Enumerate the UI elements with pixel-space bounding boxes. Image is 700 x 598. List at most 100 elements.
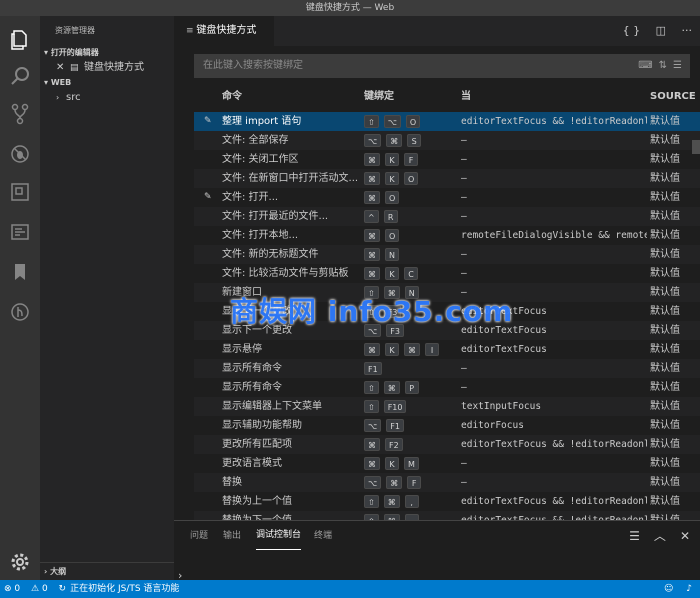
open-editors-section[interactable]: ▾ 打开的编辑器 (40, 46, 174, 60)
row-when: — (461, 192, 467, 203)
keybinding-row[interactable]: 显示所有命令 F1 — 默认值 (194, 359, 700, 378)
extensions-icon[interactable] (8, 180, 32, 204)
maximize-panel-icon[interactable]: ︿ (654, 529, 666, 543)
panel-tab-problems[interactable]: 问题 (190, 521, 208, 551)
tab-keyboard-shortcuts[interactable]: ≡ 键盘快捷方式 (174, 16, 274, 46)
edit-pencil-icon[interactable]: ✎ (204, 112, 212, 131)
clear-console-icon[interactable]: ☰ (629, 529, 640, 543)
record-keys-icon[interactable]: ⌨ (638, 60, 652, 71)
key-cap: K (385, 342, 399, 356)
row-when: textInputFocus (461, 401, 542, 412)
keybinding-row[interactable]: 显示编辑器上下文菜单 ⇧ F10 textInputFocus 默认值 (194, 397, 700, 416)
keybinding-row[interactable]: 替换为上一个值 ⇧ ⌘, editorTextFocus && !editorRead… (194, 492, 700, 511)
keybinding-row[interactable]: 文件: 在新窗口中打开活动文... ⌘ K O — 默认值 (194, 169, 700, 188)
close-icon[interactable]: ✕ (56, 60, 64, 76)
keybinding-row[interactable]: 替换为下一个值 ⇧⌘. editorTextFocus && !editorRead… (194, 511, 700, 520)
workspace-section[interactable]: ▾ WEB (40, 76, 174, 90)
keybinding-row[interactable]: 显示辅助功能帮助 ⌥ F1 editorFocus 默认值 (194, 416, 700, 435)
header-keybinding[interactable]: 键绑定 (364, 86, 394, 108)
key-cap: F (407, 475, 422, 489)
row-keybinding: ⌘ N (364, 245, 404, 264)
keybinding-row[interactable]: 显示所有命令 ⇧ ⌘ P — 默认值 (194, 378, 700, 397)
keybinding-row[interactable]: 文件: 打开最近的文件... ^ R — 默认值 (194, 207, 700, 226)
keybinding-row[interactable]: 文件: 关闭工作区 ⌘ K F — 默认值 (194, 150, 700, 169)
chevron-right-icon: › (56, 93, 60, 102)
explorer-icon[interactable] (8, 28, 32, 52)
source-control-icon[interactable] (8, 102, 32, 126)
row-keybinding: ⌘ K O (364, 169, 423, 188)
tab-bar: ≡ 键盘快捷方式 { } ◫ ··· (174, 16, 700, 46)
workspace-label: WEB (50, 78, 72, 87)
keybinding-row[interactable]: 更改语言模式 ⌘ K M — 默认值 (194, 454, 700, 473)
row-command: 更改所有匹配项 (222, 439, 292, 450)
row-source: 默认值 (650, 287, 680, 298)
keybinding-row[interactable]: 文件: 新的无标题文件 ⌘ N — 默认值 (194, 245, 700, 264)
clear-search-icon[interactable]: ☰ (673, 60, 682, 71)
keybindings-table: ✎ 整理 import 语句 ⇧ ⌥ OeditorTextFocus && !edit… (194, 112, 700, 520)
keybinding-row[interactable]: ✎ 整理 import 语句 ⇧ ⌥ OeditorTextFocus && !edit… (194, 112, 700, 132)
keybinding-row[interactable]: 新建窗口 ⇧ ⌘ N — 默认值 (194, 283, 700, 302)
errors-count[interactable]: ⊗ 0 (4, 584, 20, 594)
folder-item-src[interactable]: › src (40, 90, 174, 106)
key-cap: ⌥ (364, 418, 382, 432)
keybinding-search-input[interactable]: 在此键入搜索按键绑定 ⌨ ⇅ ☰ (194, 54, 690, 78)
panel-tab-terminal[interactable]: 终端 (314, 521, 332, 551)
keybinding-row[interactable]: 更改所有匹配项 ⌘ F2 editorTextFocus && !editorRead… (194, 435, 700, 454)
row-keybinding: ⇧⌘. (364, 511, 424, 520)
header-when[interactable]: 当 (461, 86, 471, 108)
more-actions-icon[interactable]: ··· (682, 24, 693, 37)
key-cap: ⌥ (364, 475, 382, 489)
keybinding-row[interactable]: ✎ 文件: 打开... ⌘ O — 默认值 (194, 188, 700, 207)
key-cap: ⌘ (383, 380, 400, 394)
settings-icon[interactable] (8, 550, 32, 574)
keybinding-row[interactable]: 显示下一个更改 ⌥ F3 editorTextFocus 默认值 (194, 321, 700, 340)
keybinding-row[interactable]: 文件: 比较活动文件与剪贴板 ⌘ K C — 默认值 (194, 264, 700, 283)
notifications-icon[interactable]: ♪ (686, 584, 692, 594)
header-source[interactable]: SOURCE (650, 86, 696, 108)
terminal-icon[interactable] (8, 220, 32, 244)
bookmark-icon[interactable] (8, 260, 32, 284)
open-editor-item[interactable]: ✕ ▤ 键盘快捷方式 (40, 60, 174, 76)
keybinding-row[interactable]: 显示悬停 ⌘ K ⌘ IeditorTextFocus 默认值 (194, 340, 700, 359)
debug-icon[interactable] (8, 142, 32, 166)
sort-by-precedence-icon[interactable]: ⇅ (659, 60, 667, 71)
close-panel-icon[interactable]: ✕ (680, 529, 690, 543)
row-keybinding: ⌥ F3 (364, 321, 409, 340)
panel-tab-output[interactable]: 输出 (223, 521, 241, 551)
remote-icon[interactable] (8, 300, 32, 324)
row-when: — (461, 477, 467, 488)
row-source: 默认值 (650, 211, 680, 222)
key-cap: ⌘ (364, 190, 380, 204)
row-command: 文件: 打开本地... (222, 230, 299, 241)
panel-tab-debug-console[interactable]: 调试控制台 (256, 521, 302, 550)
row-when: — (461, 268, 467, 279)
header-command[interactable]: 命令 (222, 86, 242, 108)
open-json-icon[interactable]: { } (623, 24, 641, 37)
row-when: — (461, 154, 467, 165)
keybinding-row[interactable]: 显示上一个更改 ⇧ F3 editorTextFocus 默认值 (194, 302, 700, 321)
row-source: 默认值 (650, 496, 680, 507)
key-cap: F2 (385, 437, 403, 451)
scrollbar-thumb[interactable] (692, 140, 700, 154)
key-cap: ⌘ (364, 171, 380, 185)
key-cap: ⌘ (364, 152, 380, 166)
key-cap: O (385, 190, 400, 204)
row-source: 默认值 (650, 363, 680, 374)
row-when: — (461, 458, 467, 469)
feedback-icon[interactable]: ☺ (664, 584, 673, 594)
outline-section[interactable]: › 大纲 (40, 562, 174, 580)
split-editor-icon[interactable]: ◫ (656, 24, 666, 37)
row-keybinding: F1 (364, 359, 387, 378)
edit-pencil-icon[interactable]: ✎ (204, 188, 212, 207)
chevron-down-icon: ▾ (44, 48, 51, 57)
keybinding-row[interactable]: 替换 ⌥ ⌘ F — 默认值 (194, 473, 700, 492)
row-keybinding: ⇧ ⌘, (364, 492, 424, 511)
keybinding-row[interactable]: 文件: 全部保存 ⌥ ⌘ S — 默认值 (194, 131, 700, 150)
warnings-count[interactable]: ⚠ 0 (31, 584, 48, 594)
row-command: 显示悬停 (222, 344, 262, 355)
keybinding-row[interactable]: 文件: 打开本地... ⌘ OremoteFileDialogVisible && … (194, 226, 700, 245)
search-icon[interactable] (8, 64, 32, 88)
row-when: editorTextFocus && !editorReadonly (461, 496, 647, 507)
row-source: 默认值 (650, 306, 680, 317)
row-source: 默认值 (650, 382, 680, 393)
